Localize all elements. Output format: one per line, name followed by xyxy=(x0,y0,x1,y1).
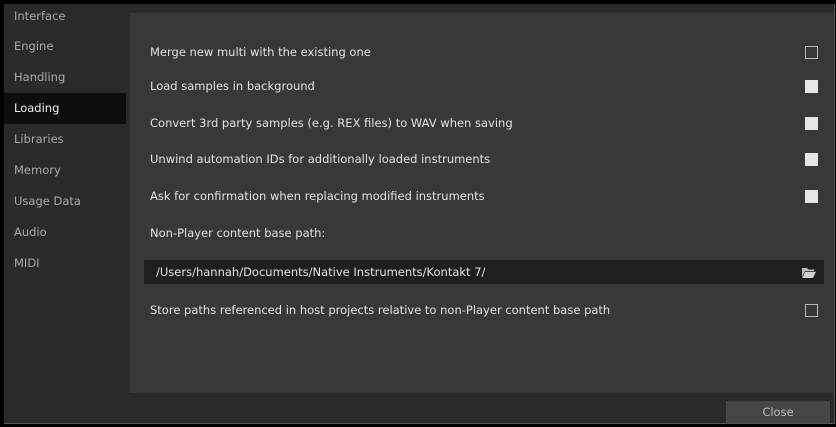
sidebar-item-usage-data[interactable]: Usage Data xyxy=(4,186,126,217)
loading-settings-panel: Merge new multi with the existing one Lo… xyxy=(130,13,834,393)
option-label: Store paths referenced in host projects … xyxy=(150,303,611,317)
sidebar-item-audio[interactable]: Audio xyxy=(4,217,126,248)
content-path-label: Non-Player content base path: xyxy=(150,226,326,240)
sidebar-item-libraries[interactable]: Libraries xyxy=(4,124,126,155)
sidebar-item-loading[interactable]: Loading xyxy=(4,93,126,124)
unwind-automation-checkbox[interactable] xyxy=(805,152,818,166)
option-ask-confirmation: Ask for confirmation when replacing modi… xyxy=(150,186,818,206)
option-unwind-automation: Unwind automation IDs for additionally l… xyxy=(150,149,818,169)
ask-confirmation-checkbox[interactable] xyxy=(805,189,818,203)
merge-multi-checkbox[interactable] xyxy=(805,45,818,59)
sidebar-item-handling[interactable]: Handling xyxy=(4,62,126,93)
option-relative-paths: Store paths referenced in host projects … xyxy=(150,300,818,320)
relative-paths-checkbox[interactable] xyxy=(805,303,818,317)
preferences-window: Interface Engine Handling Loading Librar… xyxy=(4,4,835,424)
option-label: Ask for confirmation when replacing modi… xyxy=(150,189,485,203)
load-background-checkbox[interactable] xyxy=(805,79,818,93)
option-label: Merge new multi with the existing one xyxy=(150,45,371,59)
option-label: Convert 3rd party samples (e.g. REX file… xyxy=(150,116,513,130)
option-label: Unwind automation IDs for additionally l… xyxy=(150,152,491,166)
sidebar-item-engine[interactable]: Engine xyxy=(4,31,126,62)
folder-icon[interactable] xyxy=(802,267,816,278)
option-convert-samples: Convert 3rd party samples (e.g. REX file… xyxy=(150,113,818,133)
content-path-value: /Users/hannah/Documents/Native Instrumen… xyxy=(156,265,486,279)
option-label: Load samples in background xyxy=(150,79,315,93)
content-path-field[interactable]: /Users/hannah/Documents/Native Instrumen… xyxy=(144,260,824,284)
close-button[interactable]: Close xyxy=(726,401,830,423)
convert-samples-checkbox[interactable] xyxy=(805,116,818,130)
sidebar-item-midi[interactable]: MIDI xyxy=(4,248,126,279)
option-merge-multi: Merge new multi with the existing one xyxy=(150,42,818,62)
sidebar-item-memory[interactable]: Memory xyxy=(4,155,126,186)
sidebar-item-interface[interactable]: Interface xyxy=(4,4,126,31)
sidebar: Interface Engine Handling Loading Librar… xyxy=(4,4,126,401)
option-load-background: Load samples in background xyxy=(150,76,818,96)
footer: Close xyxy=(4,401,834,423)
